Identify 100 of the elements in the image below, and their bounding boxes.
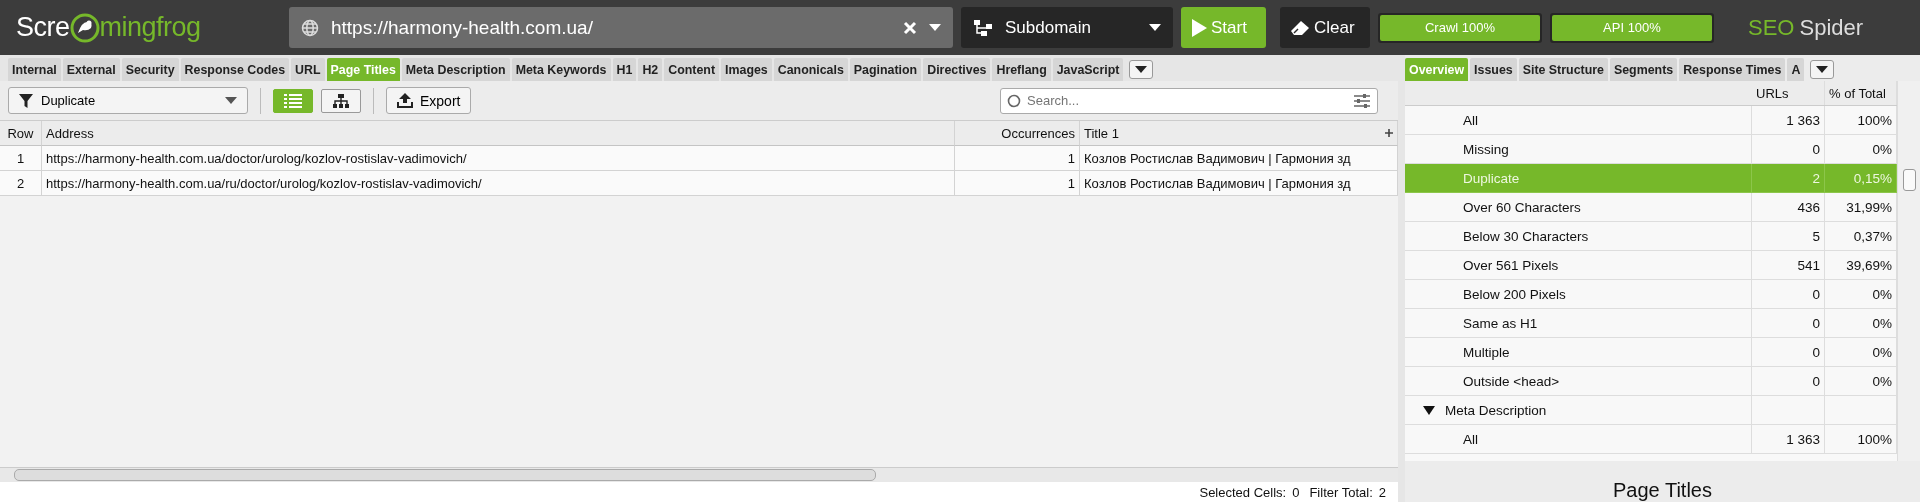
column-header: Occurrences	[955, 121, 1080, 146]
export-button[interactable]: Export	[386, 87, 472, 114]
table-cell: 1	[955, 171, 1080, 196]
row-label: Multiple	[1405, 338, 1752, 367]
filter-dropdown[interactable]: Duplicate	[8, 87, 248, 114]
tab[interactable]: Canonicals	[773, 58, 848, 81]
tab[interactable]: Response Times	[1679, 58, 1786, 81]
brand-text: SEO	[1748, 14, 1795, 41]
sliders-icon	[1354, 93, 1370, 108]
tab[interactable]: Issues	[1470, 58, 1517, 81]
table-cell: 0	[1752, 280, 1825, 309]
caret-icon	[929, 24, 941, 31]
panel-heading: Page Titles	[1613, 479, 1712, 501]
tab[interactable]: JavaScript	[1052, 58, 1124, 81]
brand-text: Spider	[1799, 14, 1864, 41]
funnel-icon	[19, 93, 33, 108]
tree-row[interactable]: All 1 363 100%	[1405, 425, 1897, 454]
tab[interactable]: A	[1787, 58, 1805, 81]
tree-row[interactable]: Same as H1 0 0%	[1405, 309, 1897, 338]
table-cell: 1	[955, 146, 1080, 171]
row-label: Duplicate	[1405, 164, 1752, 193]
globe-icon	[301, 18, 319, 37]
tree-row[interactable]: Over 561 Pixels 541 39,69%	[1405, 251, 1897, 280]
tree-view-button[interactable]	[321, 88, 361, 113]
search-icon	[1007, 93, 1021, 108]
row-label: All	[1405, 106, 1752, 135]
table-cell: 2	[1752, 164, 1825, 193]
horizontal-scrollbar[interactable]	[0, 467, 1398, 482]
eraser-icon	[1290, 19, 1310, 36]
column-header: Row	[0, 121, 42, 146]
table-cell: 1 363	[1752, 106, 1825, 135]
caret-icon	[1135, 66, 1148, 73]
tab[interactable]: Images	[721, 58, 772, 81]
table-cell: 0	[1752, 367, 1825, 396]
tree-row[interactable]: Meta Description	[1405, 396, 1897, 425]
column-header: URLs	[1752, 81, 1825, 105]
search-field[interactable]: Search...	[1000, 87, 1378, 114]
tabs-menu-button[interactable]	[1810, 60, 1835, 79]
tabs-menu-button[interactable]	[1129, 60, 1154, 79]
table-cell: 0,15%	[1825, 164, 1897, 193]
close-icon	[903, 20, 917, 35]
clear-button[interactable]: Clear	[1280, 7, 1370, 48]
tree-row[interactable]: Below 200 Pixels 0 0%	[1405, 280, 1897, 309]
tree-row[interactable]: Outside <head> 0 0%	[1405, 367, 1897, 396]
status-value: 2	[1378, 484, 1386, 500]
status-value: 0	[1292, 484, 1300, 500]
play-icon	[1191, 18, 1207, 37]
hierarchy-icon	[333, 93, 349, 108]
tab[interactable]: Hreflang	[992, 58, 1051, 81]
tab[interactable]: Directives	[923, 58, 991, 81]
tab[interactable]: Meta Description	[401, 58, 510, 81]
status-label: Filter Total:	[1309, 484, 1373, 500]
caret-icon	[1816, 66, 1829, 73]
tree-icon	[973, 18, 993, 37]
table-cell: https://harmony-health.com.ua/ru/doctor/urolog/kozlov-rostislav-vadimovich/	[42, 171, 955, 196]
row-label: Outside <head>	[1405, 367, 1752, 396]
progress-label: Crawl 100%	[1424, 20, 1496, 35]
tree-row[interactable]: Below 30 Characters 5 0,37%	[1405, 222, 1897, 251]
tab[interactable]: H1	[612, 58, 637, 81]
mode-dropdown[interactable]: Subdomain	[961, 7, 1173, 48]
row-label: Over 561 Pixels	[1405, 251, 1752, 280]
list-icon	[284, 93, 302, 108]
table-cell: 1 363	[1752, 425, 1825, 454]
plus-icon	[1385, 129, 1393, 137]
tab[interactable]: Site Structure	[1518, 58, 1608, 81]
tree-row[interactable]: Over 60 Characters 436 31,99%	[1405, 193, 1897, 222]
caret-icon	[1149, 24, 1161, 31]
row-label: Meta Description	[1445, 402, 1547, 418]
status-label: Selected Cells:	[1199, 484, 1287, 500]
tree-row[interactable]: Multiple 0 0%	[1405, 338, 1897, 367]
row-label: All	[1405, 425, 1752, 454]
tab[interactable]: H2	[638, 58, 663, 81]
tab[interactable]: URL	[291, 58, 325, 81]
row-label: Same as H1	[1405, 309, 1752, 338]
logo-text: mingfrog	[99, 12, 201, 43]
frog-icon	[69, 12, 100, 43]
table-cell: Козлов Ростислав Вадимович | Гармония зд	[1080, 146, 1398, 171]
logo-text: Scre	[16, 12, 70, 43]
table-cell: 541	[1752, 251, 1825, 280]
tab[interactable]: Meta Keywords	[511, 58, 611, 81]
tree-row[interactable]: All 1 363 100%	[1405, 106, 1897, 135]
tab[interactable]: Security	[121, 58, 179, 81]
column-header: Title 1	[1084, 125, 1119, 141]
tab[interactable]: Internal	[8, 58, 61, 81]
url-field[interactable]: https://harmony-health.com.ua/	[289, 7, 953, 48]
vertical-scrollbar[interactable]	[1897, 81, 1920, 461]
table-cell: 0	[1752, 309, 1825, 338]
tab[interactable]: External	[62, 58, 120, 81]
upload-icon	[397, 93, 413, 108]
tab[interactable]: Response Codes	[180, 58, 290, 81]
row-label: Below 200 Pixels	[1405, 280, 1752, 309]
table-cell: https://harmony-health.com.ua/doctor/urolog/kozlov-rostislav-vadimovich/	[42, 146, 955, 171]
table-cell: 2	[0, 171, 42, 196]
progress-label: API 100%	[1603, 20, 1661, 35]
table-cell: 0	[1752, 338, 1825, 367]
caret-icon	[225, 97, 237, 104]
tab[interactable]: Segments	[1609, 58, 1678, 81]
table-cell: 1	[0, 146, 42, 171]
tab[interactable]: Content	[664, 58, 720, 81]
tab[interactable]: Pagination	[849, 58, 922, 81]
